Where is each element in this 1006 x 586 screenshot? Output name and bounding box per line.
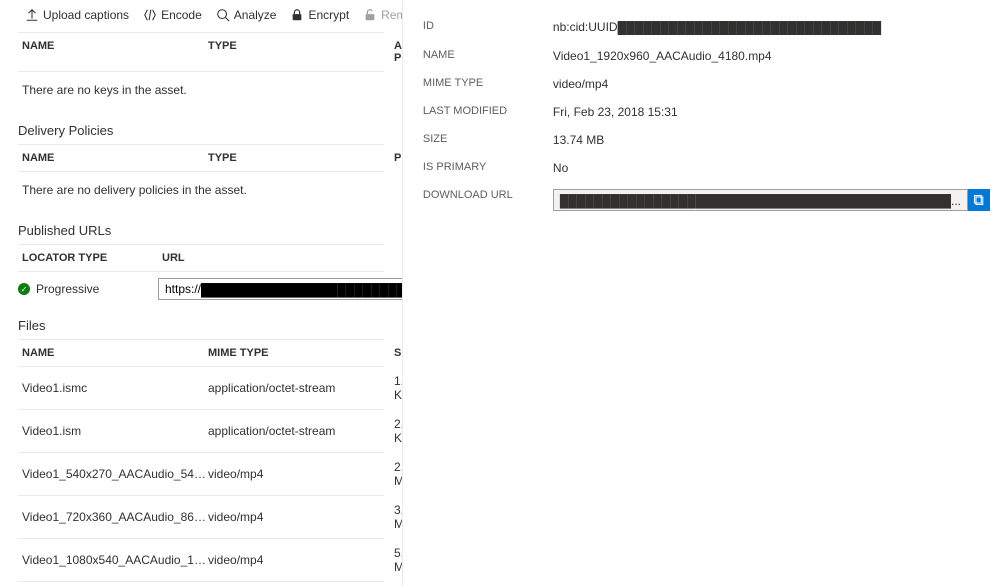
files-body: Video1.ismcapplication/octet-stream1.00 … [18, 367, 384, 586]
url-input[interactable]: https://████████████████████████████████… [158, 278, 403, 300]
table-row[interactable]: Video1_1440x720_AACAudio_2620.mp4video/m… [18, 582, 384, 586]
upload-icon [25, 8, 39, 22]
col-auth: AUTHORIZATION POLICY ID [394, 40, 403, 64]
col-type: TYPE [208, 40, 394, 64]
col-name: NAME [22, 152, 208, 164]
file-size: 3.18 MB [394, 503, 403, 531]
upload-captions-label: Upload captions [43, 8, 129, 22]
download-box: ████████████████████████████████████████… [553, 189, 990, 211]
detail-primary: IS PRIMARY No [423, 155, 990, 183]
file-name: Video1.ism [22, 424, 208, 438]
encode-button[interactable]: Encode [136, 6, 209, 24]
locator-type: Progressive [36, 282, 99, 296]
encode-icon [143, 8, 157, 22]
published-section: Published URLs LOCATOR TYPE URL ✓ Progre… [0, 211, 402, 306]
name-label: NAME [423, 49, 553, 63]
mime-value: video/mp4 [553, 77, 990, 91]
primary-value: No [553, 161, 990, 175]
id-label: ID [423, 20, 553, 35]
delivery-header: NAME TYPE PROTOCOL [18, 144, 384, 172]
file-name: Video1_720x360_AACAudio_860.mp4 [22, 510, 208, 524]
toolbar: Upload captions Encode Analyze Encrypt R… [0, 0, 402, 32]
file-mime: application/octet-stream [208, 424, 394, 438]
unlock-icon [363, 8, 377, 22]
detail-mime: MIME TYPE video/mp4 [423, 71, 990, 99]
name-value: Video1_1920x960_AACAudio_4180.mp4 [553, 49, 990, 63]
keys-header: NAME TYPE AUTHORIZATION POLICY ID [18, 32, 384, 72]
copy-download-button[interactable] [968, 189, 990, 211]
copy-icon [973, 194, 985, 206]
col-name: NAME [22, 40, 208, 64]
table-row[interactable]: Video1.ismapplication/octet-stream2.00 K… [18, 410, 384, 453]
file-mime: video/mp4 [208, 510, 394, 524]
checkmark-icon: ✓ [18, 283, 30, 295]
modified-label: LAST MODIFIED [423, 105, 553, 119]
file-name: Video1_1080x540_AACAudio_1650.mp4 [22, 553, 208, 567]
download-label: DOWNLOAD URL [423, 189, 553, 211]
col-locator: LOCATOR TYPE [22, 252, 162, 264]
download-input[interactable]: ████████████████████████████████████████… [553, 189, 968, 211]
detail-download: DOWNLOAD URL ███████████████████████████… [423, 183, 990, 219]
delivery-section: Delivery Policies NAME TYPE PROTOCOL The… [0, 111, 402, 211]
detail-size: SIZE 13.74 MB [423, 127, 990, 155]
encrypt-button[interactable]: Encrypt [283, 6, 356, 24]
upload-captions-button[interactable]: Upload captions [18, 6, 136, 24]
details-panel: ID nb:cid:UUID██████████████████████████… [403, 0, 1006, 586]
left-panel: Upload captions Encode Analyze Encrypt R… [0, 0, 403, 586]
file-size: 1.00 KB [394, 374, 403, 402]
col-type: TYPE [208, 152, 394, 164]
analyze-label: Analyze [234, 8, 277, 22]
detail-modified: LAST MODIFIED Fri, Feb 23, 2018 15:31 [423, 99, 990, 127]
files-section: Files NAME MIME TYPE SIZE Video1.ismcapp… [0, 306, 402, 586]
keys-section: NAME TYPE AUTHORIZATION POLICY ID There … [0, 32, 402, 111]
published-title: Published URLs [18, 211, 384, 244]
url-box: https://████████████████████████████████… [158, 278, 403, 300]
col-name: NAME [22, 347, 208, 359]
size-value: 13.74 MB [553, 133, 990, 147]
table-row[interactable]: Video1_720x360_AACAudio_860.mp4video/mp4… [18, 496, 384, 539]
encode-label: Encode [161, 8, 202, 22]
files-title: Files [18, 306, 384, 339]
analyze-button[interactable]: Analyze [209, 6, 284, 24]
col-size: SIZE [394, 347, 403, 359]
analyze-icon [216, 8, 230, 22]
modified-value: Fri, Feb 23, 2018 15:31 [553, 105, 990, 119]
published-row[interactable]: ✓ Progressive https://██████████████████… [18, 272, 384, 306]
keys-empty: There are no keys in the asset. [18, 72, 384, 111]
mime-label: MIME TYPE [423, 77, 553, 91]
files-header: NAME MIME TYPE SIZE [18, 339, 384, 367]
delivery-empty: There are no delivery policies in the as… [18, 172, 384, 211]
table-row[interactable]: Video1_1080x540_AACAudio_1650.mp4video/m… [18, 539, 384, 582]
file-mime: video/mp4 [208, 467, 394, 481]
delivery-title: Delivery Policies [18, 111, 384, 144]
remove-encryption-label: Remove Encryption [381, 8, 403, 22]
file-name: Video1.ismc [22, 381, 208, 395]
published-header: LOCATOR TYPE URL [18, 244, 384, 272]
file-size: 2.16 MB [394, 460, 403, 488]
col-mime: MIME TYPE [208, 347, 394, 359]
size-label: SIZE [423, 133, 553, 147]
table-row[interactable]: Video1.ismcapplication/octet-stream1.00 … [18, 367, 384, 410]
table-row[interactable]: Video1_540x270_AACAudio_540.mp4video/mp4… [18, 453, 384, 496]
remove-encryption-button: Remove Encryption [356, 6, 403, 24]
id-value: nb:cid:UUID█████████████████████████████… [553, 20, 990, 35]
file-mime: application/octet-stream [208, 381, 394, 395]
encrypt-label: Encrypt [308, 8, 349, 22]
lock-icon [290, 8, 304, 22]
file-size: 2.00 KB [394, 417, 403, 445]
locator-cell: ✓ Progressive [18, 282, 158, 296]
primary-label: IS PRIMARY [423, 161, 553, 175]
col-url: URL [162, 252, 380, 264]
file-name: Video1_540x270_AACAudio_540.mp4 [22, 467, 208, 481]
detail-id: ID nb:cid:UUID██████████████████████████… [423, 14, 990, 43]
file-mime: video/mp4 [208, 553, 394, 567]
detail-name: NAME Video1_1920x960_AACAudio_4180.mp4 [423, 43, 990, 71]
file-size: 5.70 MB [394, 546, 403, 574]
col-protocol: PROTOCOL [394, 152, 403, 164]
